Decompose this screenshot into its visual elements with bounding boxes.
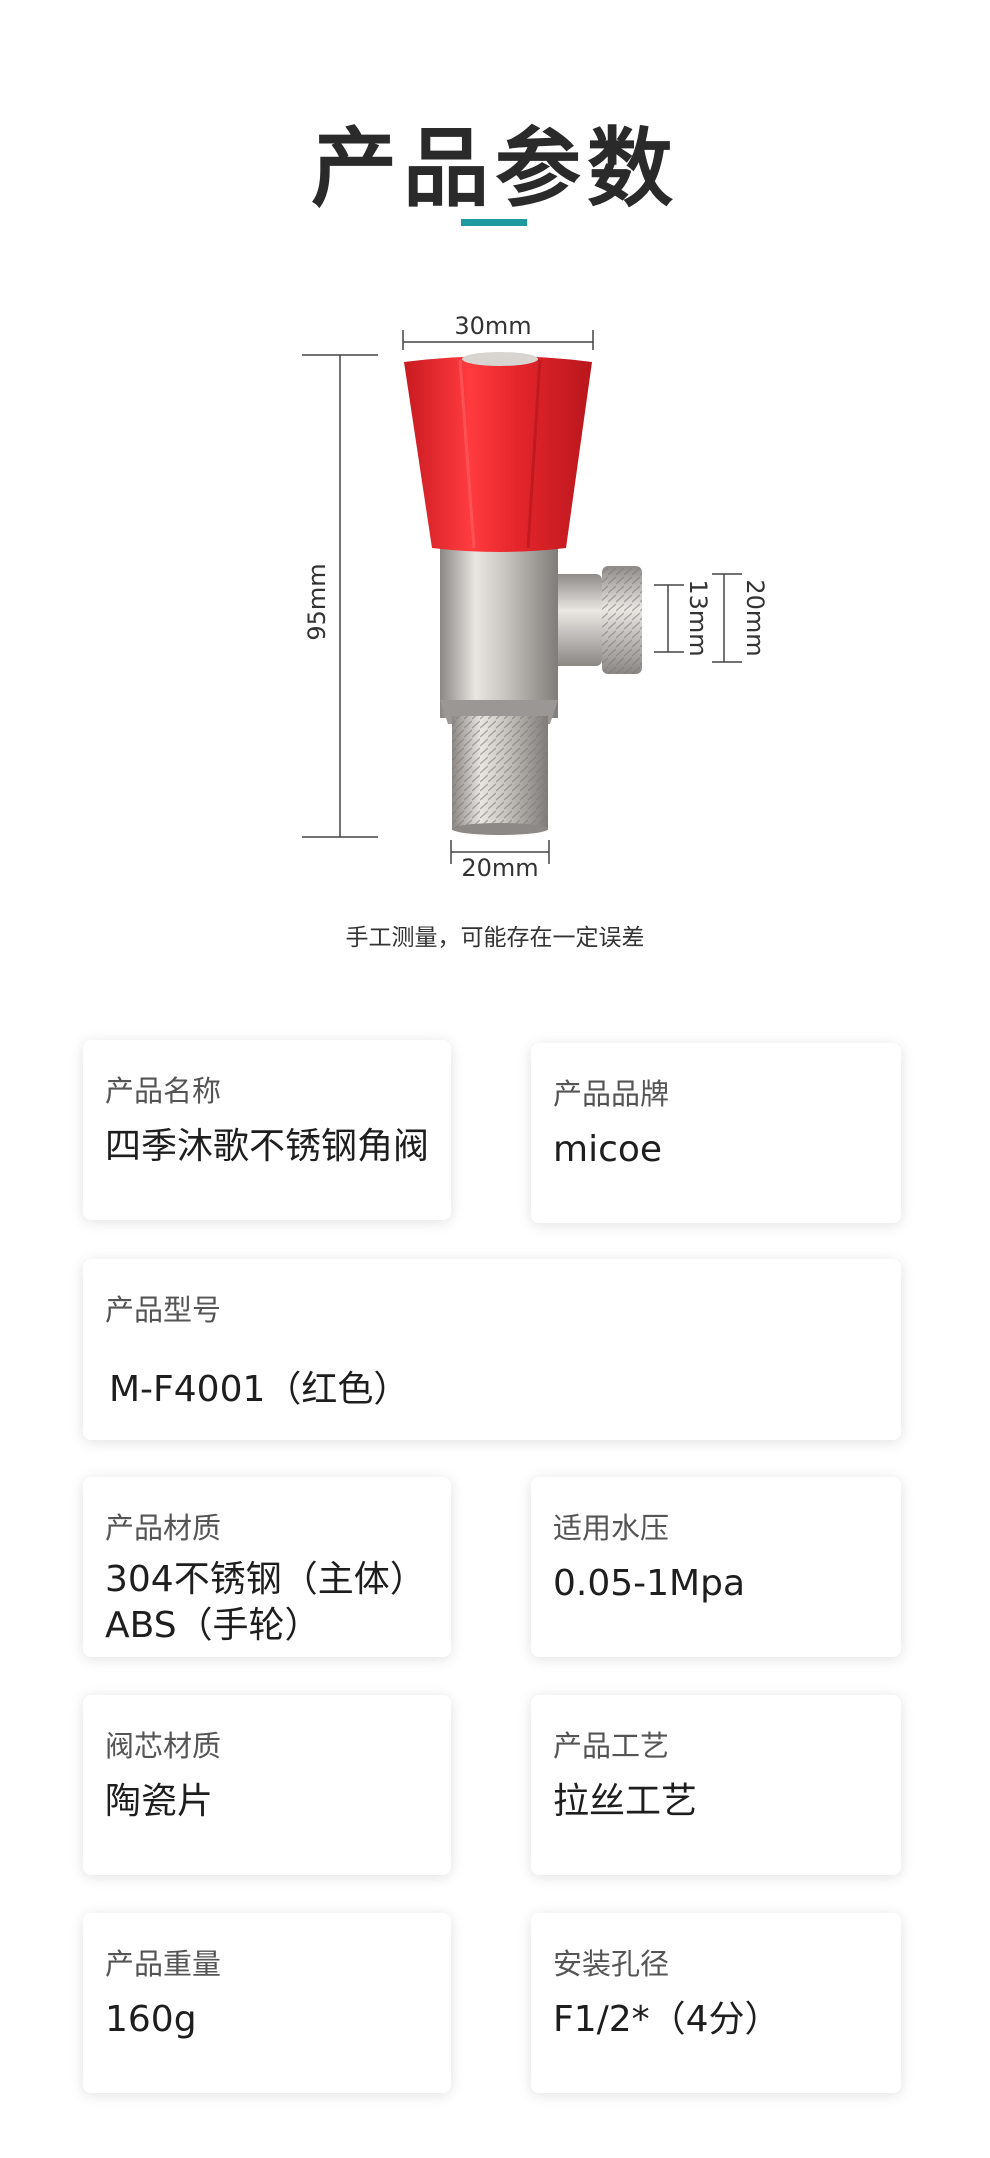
spec-label: 产品品牌 — [553, 1077, 670, 1111]
measurement-note: 手工测量，可能存在一定误差 — [345, 925, 645, 951]
spec-value: micoe — [553, 1129, 663, 1170]
spec-value: 四季沐歌不锈钢角阀 — [105, 1126, 430, 1167]
valve-diagram: 30mm 95mm 13mm 20mm 20mm — [302, 312, 769, 882]
dim-outlet-outer-label: 20mm — [741, 579, 769, 656]
spec-card-hole: 安装孔径 F1/2*（4分） — [531, 1913, 901, 2093]
dim-bottom-width-label: 20mm — [461, 854, 538, 882]
spec-label: 产品工艺 — [553, 1729, 670, 1763]
spec-label: 阀芯材质 — [105, 1729, 222, 1763]
spec-value-line1: 304不锈钢（主体） — [105, 1559, 426, 1600]
spec-value: 陶瓷片 — [105, 1781, 214, 1822]
spec-value: M-F4001（红色） — [109, 1369, 410, 1410]
spec-label: 产品材质 — [105, 1511, 222, 1545]
spec-value: F1/2*（4分） — [553, 1999, 781, 2040]
spec-value: 160g — [105, 1999, 197, 2040]
spec-value: 0.05-1Mpa — [553, 1563, 746, 1604]
spec-card-craft: 产品工艺 拉丝工艺 — [531, 1695, 901, 1875]
spec-card-weight: 产品重量 160g — [83, 1913, 451, 2093]
spec-card-name: 产品名称 四季沐歌不锈钢角阀 — [83, 1040, 451, 1220]
spec-label: 产品型号 — [105, 1293, 222, 1327]
spec-card-material: 产品材质 304不锈钢（主体） ABS（手轮） — [83, 1477, 451, 1657]
spec-label: 产品名称 — [105, 1074, 222, 1108]
valve-image — [404, 352, 642, 835]
spec-card-core: 阀芯材质 陶瓷片 — [83, 1695, 451, 1875]
dim-height-label: 95mm — [303, 563, 331, 640]
spec-label: 适用水压 — [553, 1511, 670, 1545]
spec-card-model: 产品型号 M-F4001（红色） — [83, 1259, 901, 1440]
spec-value-line2: ABS（手轮） — [105, 1605, 321, 1646]
spec-label: 安装孔径 — [553, 1947, 670, 1981]
spec-card-pressure: 适用水压 0.05-1Mpa — [531, 1477, 901, 1657]
dimension-outlet-outer: 20mm — [712, 573, 769, 663]
spec-label: 产品重量 — [105, 1947, 222, 1981]
dimension-bottom-width: 20mm — [450, 840, 550, 882]
spec-value: 拉丝工艺 — [553, 1781, 698, 1822]
dimension-height: 95mm — [302, 354, 378, 838]
spec-card-brand: 产品品牌 micoe — [531, 1043, 901, 1223]
dimension-outlet-inner: 13mm — [654, 579, 712, 657]
dimension-top-width: 30mm — [402, 312, 594, 350]
dim-top-width-label: 30mm — [454, 312, 531, 340]
dim-outlet-inner-label: 13mm — [684, 579, 712, 656]
